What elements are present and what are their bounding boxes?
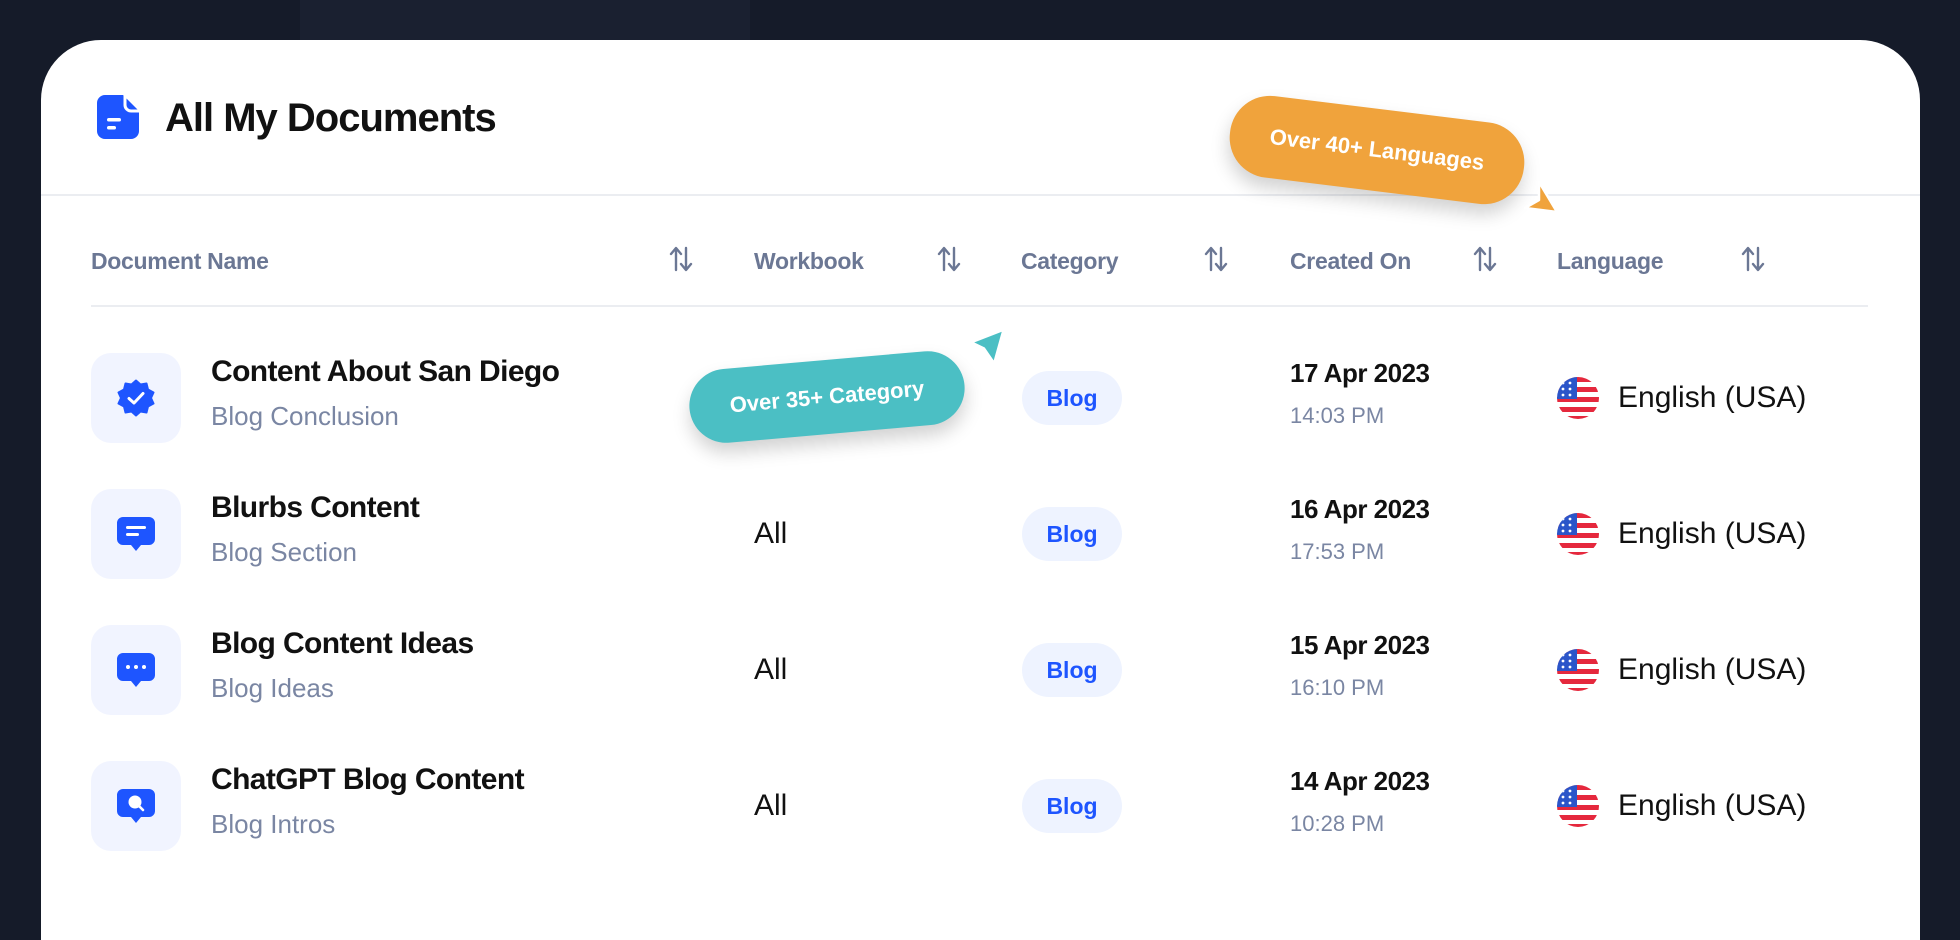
- table-row[interactable]: Blurbs Content Blog Section All Blog 16 …: [0, 489, 1960, 625]
- created-time: 17:53 PM: [1290, 539, 1385, 564]
- language-label: English (USA): [1618, 653, 1807, 686]
- sort-workbook-button[interactable]: [936, 244, 962, 274]
- created-date: 14 Apr 2023: [1290, 766, 1430, 796]
- document-icon: [97, 95, 139, 139]
- column-header-created-on[interactable]: Created On: [1290, 246, 1411, 276]
- document-subtitle: Blog Ideas: [211, 673, 334, 703]
- document-subtitle: Blog Intros: [211, 809, 336, 839]
- category-badge: Blog: [1022, 779, 1122, 833]
- column-header-language[interactable]: Language: [1557, 246, 1664, 276]
- sort-category-button[interactable]: [1203, 244, 1229, 274]
- us-flag-icon: [1557, 785, 1599, 827]
- chat-search-icon: [91, 761, 181, 851]
- table-row[interactable]: Content About San Diego Blog Conclusion …: [0, 353, 1960, 489]
- column-header-document-name[interactable]: Document Name: [91, 246, 269, 276]
- column-header-category[interactable]: Category: [1021, 246, 1119, 276]
- page-title: All My Documents: [165, 96, 497, 140]
- verified-badge-icon: [91, 353, 181, 443]
- language-label: English (USA): [1618, 789, 1807, 822]
- sort-icon: [1472, 246, 1498, 278]
- category-badge: Blog: [1022, 371, 1122, 425]
- chat-lines-icon: [91, 489, 181, 579]
- created-date: 17 Apr 2023: [1290, 358, 1430, 388]
- column-header-workbook[interactable]: Workbook: [754, 246, 864, 276]
- created-time: 14:03 PM: [1290, 403, 1385, 428]
- category-badge: Blog: [1022, 507, 1122, 561]
- background-shape: [300, 0, 750, 40]
- workbook-value: All: [754, 789, 788, 822]
- cursor-pointer-icon: [966, 326, 1010, 370]
- category-badge: Blog: [1022, 643, 1122, 697]
- header-divider: [41, 194, 1920, 196]
- sort-icon: [1203, 246, 1229, 278]
- document-name[interactable]: Content About San Diego: [211, 354, 560, 390]
- document-subtitle: Blog Section: [211, 537, 357, 567]
- document-name[interactable]: Blog Content Ideas: [211, 626, 474, 662]
- sort-document-name-button[interactable]: [668, 244, 694, 274]
- sort-icon: [668, 246, 694, 278]
- sort-icon: [936, 246, 962, 278]
- created-date: 15 Apr 2023: [1290, 630, 1430, 660]
- cursor-pointer-icon: [1519, 178, 1563, 222]
- created-date: 16 Apr 2023: [1290, 494, 1430, 524]
- document-name[interactable]: ChatGPT Blog Content: [211, 762, 525, 798]
- sort-created-on-button[interactable]: [1472, 244, 1498, 274]
- created-time: 10:28 PM: [1290, 811, 1385, 836]
- language-label: English (USA): [1618, 381, 1807, 414]
- created-time: 16:10 PM: [1290, 675, 1385, 700]
- sort-icon: [1740, 246, 1766, 278]
- us-flag-icon: [1557, 649, 1599, 691]
- chat-dots-icon: [91, 625, 181, 715]
- table-header-divider: [91, 305, 1868, 307]
- language-label: English (USA): [1618, 517, 1807, 550]
- us-flag-icon: [1557, 377, 1599, 419]
- table-row[interactable]: Blog Content Ideas Blog Ideas All Blog 1…: [0, 625, 1960, 761]
- table-row[interactable]: ChatGPT Blog Content Blog Intros All Blo…: [0, 761, 1960, 897]
- document-subtitle: Blog Conclusion: [211, 401, 399, 431]
- sort-language-button[interactable]: [1740, 244, 1766, 274]
- workbook-value: All: [754, 653, 788, 686]
- us-flag-icon: [1557, 513, 1599, 555]
- workbook-value: All: [754, 517, 788, 550]
- document-name[interactable]: Blurbs Content: [211, 490, 420, 526]
